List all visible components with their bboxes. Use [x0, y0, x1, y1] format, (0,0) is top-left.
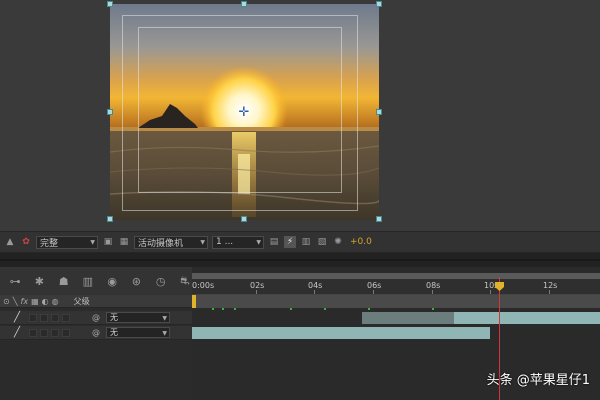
layer-switches-header: ⊙ ╲ fx ▦ ◐ ◍ 父级: [0, 295, 192, 308]
switch-box[interactable]: [29, 328, 37, 337]
render-queue-icon[interactable]: ⛐: [178, 273, 192, 289]
switch-box[interactable]: [40, 313, 48, 322]
switch-box[interactable]: [40, 328, 48, 337]
flowchart-icon[interactable]: ▧: [316, 236, 328, 248]
pen-icon: ╱: [14, 327, 21, 338]
cache-dot: [432, 308, 434, 310]
time-ruler[interactable]: 0:00s 02s 04s 06s 08s 10s 12s: [192, 279, 600, 295]
motion-blur-icon[interactable]: ◉: [105, 273, 119, 289]
layer-bar[interactable]: [192, 327, 490, 339]
parent-value: 无: [110, 313, 118, 322]
work-area-start-marker[interactable]: [192, 295, 196, 308]
resolution-dropdown[interactable]: 完整 ▼: [36, 235, 98, 249]
parent-pickwhip-icon[interactable]: @: [92, 328, 102, 337]
tick-mark: [549, 290, 550, 294]
timeline-toolbar: ⊶ ✱ ☗ ▥ ◉ ⊛ ◷ ⛐: [0, 267, 192, 295]
parent-pickwhip-icon[interactable]: @: [92, 313, 102, 322]
chevron-down-icon: ▼: [256, 238, 261, 246]
adjustment-icon[interactable]: ◐: [42, 297, 49, 306]
exposure-value[interactable]: +0.0: [350, 237, 372, 247]
switch-box[interactable]: [62, 328, 70, 337]
color-wheel-icon[interactable]: ✿: [20, 236, 32, 248]
views-value: 1 ...: [216, 237, 234, 247]
fx-icon[interactable]: fx: [21, 297, 29, 306]
transform-handle-bottom-left[interactable]: [107, 216, 113, 222]
timeline-icon[interactable]: ▥: [300, 236, 312, 248]
transform-handle-top-right[interactable]: [376, 1, 382, 7]
eye-icon[interactable]: ⊙: [3, 297, 10, 306]
transform-handle-bottom[interactable]: [241, 216, 247, 222]
tick-mark: [490, 290, 491, 294]
views-layout-icon[interactable]: ▤: [268, 236, 280, 248]
tick-label: 06s: [367, 281, 382, 290]
frame-blend-icon[interactable]: ▦: [31, 297, 39, 306]
cache-dot: [222, 308, 224, 310]
tick-label: 08s: [426, 281, 441, 290]
cache-dot: [368, 308, 370, 310]
cache-dot: [212, 308, 214, 310]
cache-dot: [290, 308, 292, 310]
transform-handle-right[interactable]: [376, 109, 382, 115]
solo-icon[interactable]: ╲: [13, 297, 18, 306]
layer-row[interactable]: ╱ @ 无 ▼: [0, 311, 192, 325]
transform-handle-left[interactable]: [107, 109, 113, 115]
tick-mark: [314, 290, 315, 294]
region-of-interest-icon[interactable]: ▣: [102, 236, 114, 248]
3d-icon[interactable]: ◍: [52, 297, 59, 306]
watermark: 头条 @苹果星仔1: [486, 373, 590, 388]
transform-handle-bottom-right[interactable]: [376, 216, 382, 222]
layer-bar[interactable]: [454, 312, 600, 324]
shy-layers-icon[interactable]: ☗: [57, 273, 71, 289]
layer-row[interactable]: ╱ @ 无 ▼: [0, 326, 192, 340]
parent-dropdown[interactable]: 无 ▼: [106, 312, 170, 323]
frame-blending-icon[interactable]: ▥: [81, 273, 95, 289]
cache-indicator: [192, 308, 600, 311]
camera-dropdown[interactable]: 活动摄像机 ▼: [134, 235, 208, 249]
cache-dot: [324, 308, 326, 310]
channel-toggle-icon[interactable]: ▲: [4, 236, 16, 248]
transform-handle-top[interactable]: [241, 1, 247, 7]
layer-bar[interactable]: [362, 312, 454, 324]
switch-box[interactable]: [62, 313, 70, 322]
composition-viewer[interactable]: ✛: [0, 0, 600, 231]
fast-preview-icon[interactable]: ⚡: [284, 236, 296, 248]
exposure-icon[interactable]: ✺: [332, 236, 344, 248]
graph-editor-icon[interactable]: ⊛: [129, 273, 143, 289]
switch-box[interactable]: [51, 313, 59, 322]
composition-mini-flowchart-icon[interactable]: ⊶: [8, 273, 22, 289]
chevron-down-icon: ▼: [162, 330, 167, 337]
parent-column-label: 父级: [73, 296, 90, 306]
tick-label: 02s: [250, 281, 265, 290]
viewer-toolbar: ▲ ✿ 完整 ▼ ▣ ▦ 活动摄像机 ▼ 1 ... ▼ ▤ ⚡ ▥ ▧ ✺ +0.0: [0, 231, 600, 253]
tick-mark: [256, 290, 257, 294]
camera-value: 活动摄像机: [138, 238, 184, 249]
chevron-down-icon: ▼: [90, 238, 95, 246]
panel-divider[interactable]: [0, 253, 600, 267]
pen-icon: ╱: [14, 312, 21, 323]
transparency-grid-icon[interactable]: ▦: [118, 236, 130, 248]
views-dropdown[interactable]: 1 ... ▼: [212, 235, 264, 249]
resolution-value: 完整: [40, 238, 59, 249]
chevron-down-icon: ▼: [162, 315, 167, 322]
tick-mark: [432, 290, 433, 294]
parent-dropdown[interactable]: 无 ▼: [106, 327, 170, 338]
work-area-bar[interactable]: [192, 295, 600, 308]
cache-dot: [234, 308, 236, 310]
tick-label: 04s: [308, 281, 323, 290]
tick-label: 12s: [543, 281, 558, 290]
switch-box[interactable]: [29, 313, 37, 322]
tick-mark: [373, 290, 374, 294]
parent-value: 无: [110, 328, 118, 337]
switch-box[interactable]: [51, 328, 59, 337]
chevron-down-icon: ▼: [200, 238, 205, 246]
timer-icon[interactable]: ◷: [154, 273, 168, 289]
transform-handle-top-left[interactable]: [107, 1, 113, 7]
draft-3d-icon[interactable]: ✱: [32, 273, 46, 289]
anchor-point-icon[interactable]: ✛: [238, 106, 250, 119]
tick-label: 0:00s: [192, 281, 215, 290]
